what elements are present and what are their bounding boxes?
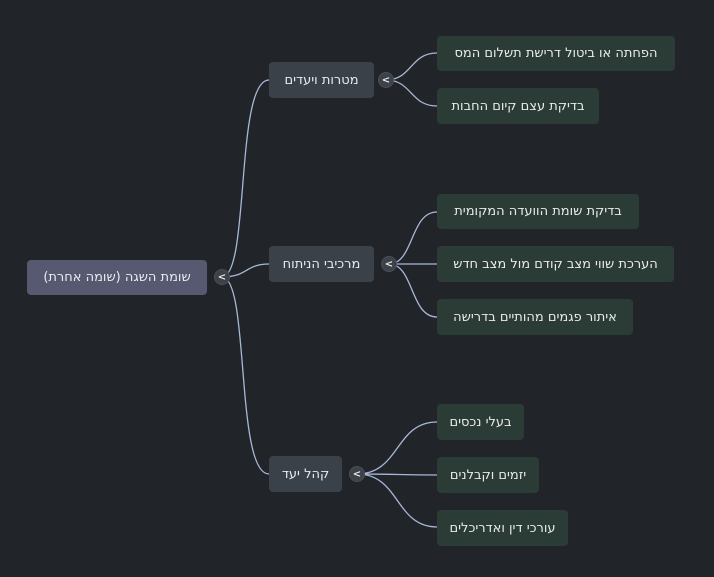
leaf-audience-2[interactable]: יזמים וקבלנים [437, 457, 539, 493]
leaf-label: עורכי דין ואדריכלים [449, 520, 556, 536]
connector-goals-leaf-2 [385, 79, 438, 107]
branch-audience-collapse-toggle[interactable]: < [349, 466, 365, 482]
connector-audience-leaf-2 [356, 473, 438, 476]
leaf-label: איתור פגמים מהותיים בדרישה [453, 309, 617, 325]
branch-goals[interactable]: מטרות ויעדים [269, 62, 374, 98]
connector-analysis-leaf-1 [388, 211, 438, 265]
connector-goals-leaf-1 [385, 52, 438, 81]
leaf-label: יזמים וקבלנים [449, 467, 527, 483]
leaf-label: בדיקת שומת הוועדה המקומית [454, 204, 622, 219]
branch-analysis-collapse-toggle[interactable]: < [381, 256, 397, 272]
leaf-audience-1[interactable]: בעלי נכסים [437, 404, 524, 440]
branch-goals-label: מטרות ויעדים [284, 72, 359, 88]
connector-audience-leaf-1 [356, 421, 438, 475]
leaf-goals-1[interactable]: הפחתה או ביטול דרישת תשלום המס [437, 36, 675, 71]
branch-analysis-label: מרכיבי הניתוח [282, 256, 361, 272]
leaf-label: בדיקת עצם קיום החבות [451, 98, 585, 114]
branch-audience[interactable]: קהל יעד [269, 456, 342, 492]
connector-root-goals [221, 79, 270, 278]
leaf-analysis-2[interactable]: הערכת שווי מצב קודם מול מצב חדש [437, 246, 674, 282]
leaf-analysis-3[interactable]: איתור פגמים מהותיים בדרישה [437, 299, 633, 335]
root-node[interactable]: שומת השגה (שומה אחרת) [27, 260, 207, 295]
leaf-label: בעלי נכסים [449, 414, 512, 430]
leaf-label: הפחתה או ביטול דרישת תשלום המס [454, 46, 658, 61]
connector-root-audience [221, 276, 270, 475]
connector-audience-leaf-3 [356, 473, 438, 528]
root-label: שומת השגה (שומה אחרת) [43, 270, 191, 285]
branch-analysis[interactable]: מרכיבי הניתוח [269, 246, 374, 282]
leaf-analysis-1[interactable]: בדיקת שומת הוועדה המקומית [437, 194, 639, 229]
connector-analysis-leaf-3 [388, 263, 438, 318]
branch-goals-collapse-toggle[interactable]: < [378, 72, 394, 88]
leaf-label: הערכת שווי מצב קודם מול מצב חדש [453, 256, 658, 272]
leaf-audience-3[interactable]: עורכי דין ואדריכלים [437, 510, 568, 546]
leaf-goals-2[interactable]: בדיקת עצם קיום החבות [437, 88, 599, 124]
root-collapse-toggle[interactable]: < [214, 269, 230, 285]
branch-audience-label: קהל יעד [281, 466, 330, 482]
